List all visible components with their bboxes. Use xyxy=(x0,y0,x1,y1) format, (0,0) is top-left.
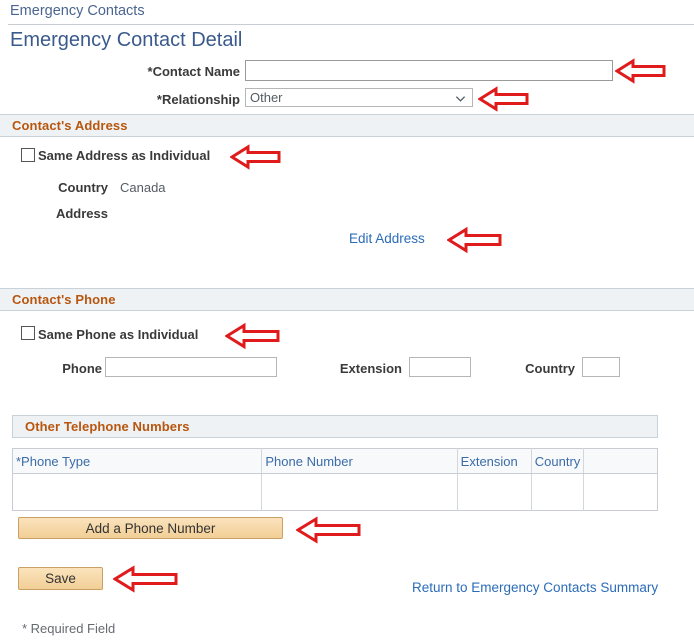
column-header-phone-number: Phone Number xyxy=(261,448,458,474)
address-country-value: Canada xyxy=(120,180,166,195)
return-to-summary-link[interactable]: Return to Emergency Contacts Summary xyxy=(412,580,658,595)
add-a-phone-number-button[interactable]: Add a Phone Number xyxy=(18,517,283,539)
contact-name-label: *Contact Name xyxy=(147,64,240,79)
arrow-left-callout-icon-edit-address xyxy=(447,226,502,254)
required-field-note: * Required Field xyxy=(22,621,116,636)
arrow-left-callout-icon-same-address xyxy=(230,144,281,170)
same-address-checkbox[interactable] xyxy=(21,148,35,162)
edit-address-link[interactable]: Edit Address xyxy=(349,231,425,246)
table-header-row: *Phone Type Phone Number Extension Count… xyxy=(12,448,658,474)
breadcrumb-divider xyxy=(8,24,694,25)
arrow-left-callout-icon-add-phone xyxy=(296,516,361,544)
phone-label: Phone xyxy=(62,361,102,376)
arrow-left-callout-icon-relationship xyxy=(478,86,529,112)
cell-country[interactable] xyxy=(531,473,584,511)
phone-country-input[interactable] xyxy=(582,357,620,377)
arrow-left-callout-icon-same-phone xyxy=(225,322,280,350)
relationship-select-value: Other xyxy=(250,90,283,105)
section-header-contacts-phone: Contact's Phone xyxy=(0,288,694,311)
section-header-contacts-address: Contact's Address xyxy=(0,114,694,137)
arrow-left-callout-icon-contact-name xyxy=(615,58,666,84)
cell-extension[interactable] xyxy=(457,473,532,511)
same-phone-checkbox-label[interactable]: Same Phone as Individual xyxy=(38,327,198,342)
column-header-phone-type: *Phone Type xyxy=(12,448,263,474)
contact-name-input[interactable] xyxy=(245,60,613,81)
arrow-left-callout-icon-save xyxy=(113,565,178,593)
page-title: Emergency Contact Detail xyxy=(10,29,243,51)
column-header-extension: Extension xyxy=(457,448,532,474)
same-phone-checkbox[interactable] xyxy=(21,326,35,340)
cell-phone-number[interactable] xyxy=(261,473,458,511)
cell-phone-type[interactable] xyxy=(12,473,263,511)
column-header-actions xyxy=(583,448,658,474)
save-button[interactable]: Save xyxy=(18,567,103,590)
section-header-other-telephone-numbers: Other Telephone Numbers xyxy=(12,415,658,438)
relationship-label: *Relationship xyxy=(156,92,240,107)
relationship-select[interactable]: Other xyxy=(245,88,473,107)
other-telephone-numbers-table: *Phone Type Phone Number Extension Count… xyxy=(12,448,658,511)
chevron-down-icon xyxy=(455,96,466,102)
breadcrumb[interactable]: Emergency Contacts xyxy=(10,3,145,19)
address-label: Address xyxy=(55,206,108,221)
phone-country-label: Country xyxy=(525,361,575,376)
extension-label: Extension xyxy=(339,361,402,376)
cell-actions[interactable] xyxy=(583,473,658,511)
column-header-country: Country xyxy=(531,448,584,474)
same-address-checkbox-label[interactable]: Same Address as Individual xyxy=(38,148,210,163)
table-row xyxy=(12,473,658,511)
address-country-label: Country xyxy=(58,180,108,195)
